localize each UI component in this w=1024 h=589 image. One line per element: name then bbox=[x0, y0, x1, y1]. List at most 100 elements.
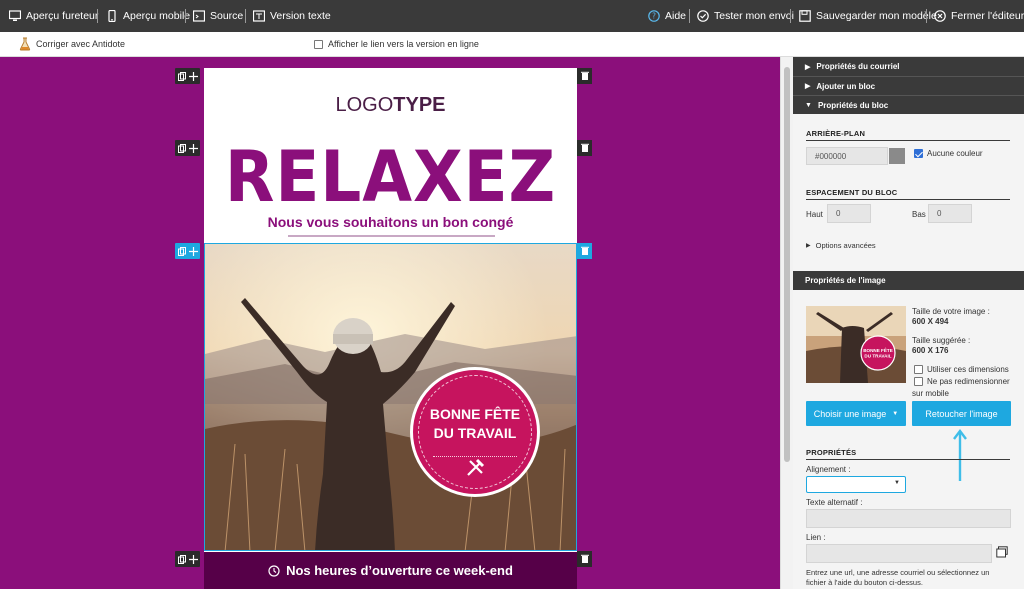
help-label: Aide bbox=[665, 10, 687, 22]
antidote-button[interactable]: Corriger avec Antidote bbox=[19, 32, 125, 56]
checkbox[interactable] bbox=[314, 39, 323, 49]
logo[interactable]: LOGOTYPE bbox=[204, 94, 577, 117]
checkbox[interactable] bbox=[914, 377, 923, 386]
move-icon[interactable] bbox=[189, 554, 198, 564]
toolbar-divider bbox=[926, 9, 927, 23]
move-icon[interactable] bbox=[189, 246, 198, 256]
copy-icon[interactable] bbox=[178, 246, 186, 256]
delete-block-button[interactable] bbox=[577, 140, 592, 156]
online-link-checkbox[interactable]: Afficher le lien vers la version en lign… bbox=[314, 32, 479, 56]
save-template-button[interactable]: Sauvegarder mon modèle bbox=[799, 0, 937, 32]
triangle-right-icon: ▶ bbox=[805, 83, 811, 90]
source-button[interactable]: Source bbox=[193, 0, 243, 32]
source-icon bbox=[193, 10, 205, 22]
folder-icon[interactable] bbox=[996, 546, 1008, 558]
save-template-label: Sauvegarder mon modèle bbox=[816, 10, 937, 22]
alt-text-label: Texte alternatif : bbox=[806, 498, 863, 507]
toolbar-divider bbox=[245, 9, 246, 23]
email-body: LOGOTYPE RELAXEZ Nous vous souhaitons un… bbox=[204, 68, 577, 589]
alignment-select[interactable]: ▼ bbox=[806, 476, 906, 493]
browser-preview-button[interactable]: Aperçu fureteur bbox=[9, 0, 98, 32]
block-tools-active[interactable] bbox=[175, 243, 200, 259]
text-version-button[interactable]: Version texte bbox=[253, 0, 331, 32]
choose-image-label: Choisir une image bbox=[813, 408, 887, 419]
choose-image-button[interactable]: Choisir une image ▼ bbox=[806, 401, 906, 426]
delete-block-button[interactable] bbox=[577, 243, 592, 259]
link-help-text-1: Entrez une url, une adresse courriel ou … bbox=[806, 568, 990, 577]
link-input[interactable] bbox=[806, 544, 992, 563]
retouch-image-button[interactable]: Retoucher l'image bbox=[912, 401, 1011, 426]
use-dimensions-checkbox[interactable]: Utiliser ces dimensions bbox=[914, 365, 1009, 374]
copy-icon[interactable] bbox=[178, 554, 186, 564]
browser-preview-label: Aperçu fureteur bbox=[26, 10, 99, 22]
top-toolbar: Aperçu fureteur Aperçu mobile Source Ver… bbox=[0, 0, 1024, 32]
advanced-options-label: Options avancées bbox=[815, 241, 876, 250]
email-headline[interactable]: RELAXEZ bbox=[219, 142, 562, 212]
close-circle-icon bbox=[934, 10, 946, 22]
advanced-options-toggle[interactable]: ▶ Options avancées bbox=[806, 241, 876, 250]
copy-icon[interactable] bbox=[178, 71, 186, 81]
accordion-label: Propriétés du courriel bbox=[816, 62, 900, 71]
close-editor-label: Fermer l'éditeur bbox=[951, 10, 1024, 22]
logo-bold-text: TYPE bbox=[393, 94, 446, 116]
svg-text:BONNE FÊTE: BONNE FÊTE bbox=[863, 346, 893, 353]
top-spacing-input[interactable]: 0 bbox=[827, 204, 871, 223]
no-resize-mobile-checkbox[interactable]: Ne pas redimensionner bbox=[914, 377, 1010, 386]
toolbar-divider bbox=[185, 9, 186, 23]
help-button[interactable]: ? Aide bbox=[648, 0, 686, 32]
opening-hours-text: Nos heures d’ouverture ce week-end bbox=[286, 563, 513, 578]
mobile-preview-button[interactable]: Aperçu mobile bbox=[106, 0, 190, 32]
secondary-toolbar: Corriger avec Antidote Afficher le lien … bbox=[0, 32, 1024, 57]
link-label: Lien : bbox=[806, 533, 826, 542]
copy-icon[interactable] bbox=[178, 143, 186, 153]
toolbar-divider bbox=[689, 9, 690, 23]
email-canvas: LOGOTYPE RELAXEZ Nous vous souhaitons un… bbox=[0, 57, 780, 589]
no-resize-label: Ne pas redimensionner bbox=[927, 377, 1010, 386]
accordion-label: Ajouter un bloc bbox=[816, 81, 876, 91]
delete-block-button[interactable] bbox=[577, 68, 592, 84]
background-color-input[interactable]: #000000 bbox=[806, 147, 888, 165]
monitor-icon bbox=[9, 10, 21, 22]
color-swatch[interactable] bbox=[889, 148, 905, 164]
block-tools[interactable] bbox=[175, 551, 200, 567]
accordion-email-properties[interactable]: ▶ Propriétés du courriel bbox=[793, 57, 1024, 76]
suggested-size-value: 600 X 176 bbox=[912, 346, 949, 355]
background-section-title: ARRIÈRE-PLAN bbox=[806, 129, 866, 138]
properties-panel: ▶ Propriétés du courriel ▶ Ajouter un bloc… bbox=[793, 57, 1024, 589]
block-tools[interactable] bbox=[175, 140, 200, 156]
pointer-arrow-icon bbox=[953, 429, 967, 483]
email-subheadline[interactable]: Nous vous souhaitons un bon congé bbox=[204, 214, 577, 230]
checkbox-checked[interactable] bbox=[914, 149, 923, 158]
triangle-right-icon: ▶ bbox=[806, 243, 811, 249]
svg-text:DU TRAVAIL: DU TRAVAIL bbox=[864, 354, 891, 359]
test-send-button[interactable]: Tester mon envoi bbox=[697, 0, 794, 32]
move-icon[interactable] bbox=[189, 143, 198, 153]
section-rule bbox=[806, 199, 1010, 200]
link-help-text-2: fichier à l'aide du bouton ci-dessus. bbox=[806, 578, 923, 587]
close-editor-button[interactable]: Fermer l'éditeur bbox=[934, 0, 1024, 32]
toolbar-divider bbox=[790, 9, 791, 23]
move-icon[interactable] bbox=[189, 71, 198, 81]
canvas-scrollbar[interactable] bbox=[780, 57, 793, 589]
block-tools[interactable] bbox=[175, 68, 200, 84]
badge-line-1: BONNE FÊTE bbox=[429, 406, 521, 422]
accordion-add-block[interactable]: ▶ Ajouter un bloc bbox=[793, 76, 1024, 95]
caret-down-icon: ▼ bbox=[894, 480, 900, 486]
bottom-spacing-input[interactable]: 0 bbox=[928, 204, 972, 223]
bottom-spacing-label: Bas bbox=[912, 210, 926, 219]
no-color-checkbox[interactable]: Aucune couleur bbox=[914, 149, 983, 158]
accordion-block-properties[interactable]: ▼ Propriétés du bloc bbox=[793, 95, 1024, 114]
opening-hours-band[interactable]: Nos heures d’ouverture ce week-end bbox=[204, 552, 577, 589]
help-icon: ? bbox=[648, 10, 660, 22]
top-spacing-value: 0 bbox=[836, 209, 841, 218]
holiday-badge: BONNE FÊTE DU TRAVAIL bbox=[410, 367, 540, 497]
delete-block-button[interactable] bbox=[577, 551, 592, 567]
caret-down-icon: ▼ bbox=[892, 410, 899, 417]
hero-image-block[interactable]: BONNE FÊTE DU TRAVAIL bbox=[204, 243, 577, 551]
section-rule bbox=[806, 459, 1010, 460]
alt-text-input[interactable] bbox=[806, 509, 1011, 528]
flask-icon bbox=[19, 37, 31, 51]
scrollbar-thumb[interactable] bbox=[784, 67, 790, 462]
antidote-label: Corriger avec Antidote bbox=[36, 39, 126, 49]
checkbox[interactable] bbox=[914, 365, 923, 374]
